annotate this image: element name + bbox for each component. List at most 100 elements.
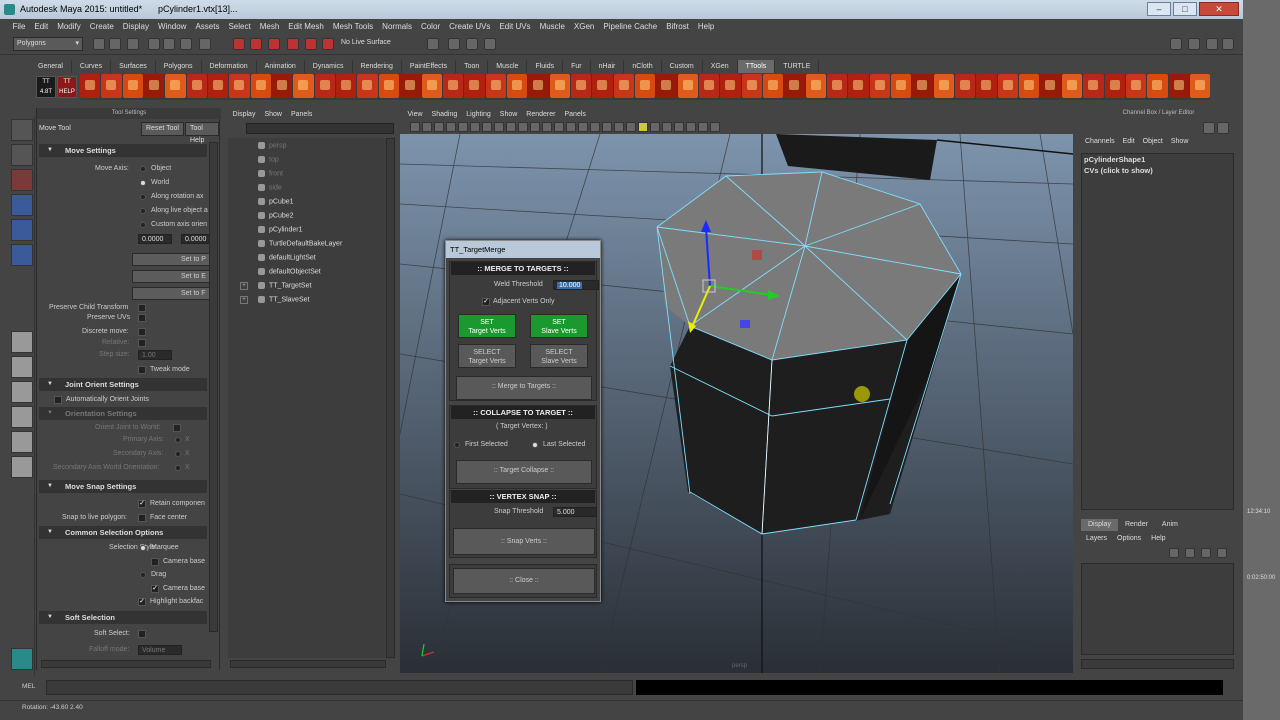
- outliner-item-persp[interactable]: persp: [258, 142, 287, 149]
- snap-threshold-field[interactable]: 5.000: [553, 507, 597, 517]
- select-slave-verts-button[interactable]: SELECT Slave Verts: [530, 344, 588, 368]
- snap-curve-icon[interactable]: [250, 38, 262, 50]
- new-layer-icon[interactable]: [1169, 548, 1179, 558]
- viewport-toolbar-icon[interactable]: [578, 122, 588, 132]
- ttools-shelf-icon[interactable]: [827, 74, 848, 98]
- ttools-shelf-icon[interactable]: [400, 74, 421, 98]
- channel-menu-object[interactable]: Object: [1139, 138, 1167, 145]
- tt-help-badge[interactable]: TT HELP: [57, 76, 77, 98]
- ttools-shelf-icon[interactable]: [784, 74, 805, 98]
- outliner-item-pcylinder1[interactable]: pCylinder1: [258, 226, 302, 233]
- target-collapse-button[interactable]: :: Target Collapse ::: [456, 460, 592, 484]
- viewport-menu-panels[interactable]: Panels: [560, 108, 590, 121]
- viewport-toolbar-icon[interactable]: [626, 122, 636, 132]
- persp-hypershade-layout-icon[interactable]: [11, 431, 33, 453]
- merge-to-targets-button[interactable]: :: Merge to Targets ::: [456, 376, 592, 400]
- soft-selection-frame[interactable]: Soft Selection: [39, 611, 207, 624]
- ttools-shelf-icon[interactable]: [592, 74, 613, 98]
- layer-menu-options[interactable]: Options: [1112, 533, 1146, 545]
- move-settings-frame[interactable]: Move Settings: [39, 144, 207, 157]
- secondary-axis-x-radio[interactable]: [175, 451, 181, 457]
- viewport-toolbar-icon[interactable]: [422, 122, 432, 132]
- shelf-tab-muscle[interactable]: Muscle: [488, 60, 528, 73]
- first-selected-radio[interactable]: [454, 442, 460, 448]
- shelf-tab-turtle[interactable]: TURTLE: [775, 60, 820, 73]
- shelf-tab-animation[interactable]: Animation: [257, 60, 305, 73]
- ttools-shelf-icon[interactable]: [741, 74, 762, 98]
- ttools-shelf-icon[interactable]: [272, 74, 293, 98]
- outliner-item-bake-layer[interactable]: TurtleDefaultBakeLayer: [258, 240, 342, 247]
- mask-icon[interactable]: [199, 38, 211, 50]
- move-snap-frame[interactable]: Move Snap Settings: [39, 480, 207, 493]
- snap-grid-icon[interactable]: [233, 38, 245, 50]
- shelf-tab-nhair[interactable]: nHair: [591, 60, 625, 73]
- toggle-tool-settings-icon[interactable]: [1188, 38, 1200, 50]
- set-to-point-button[interactable]: Set to P: [132, 253, 210, 266]
- move-tool-icon[interactable]: [11, 194, 33, 216]
- live-surface-icon[interactable]: [322, 38, 334, 50]
- face-center-checkbox[interactable]: [138, 514, 146, 522]
- select-hierarchy-icon[interactable]: [148, 38, 160, 50]
- ttools-shelf-icon[interactable]: [1147, 74, 1168, 98]
- menu-xgen[interactable]: XGen: [569, 19, 598, 34]
- ttools-shelf-icon[interactable]: [1083, 74, 1104, 98]
- ttools-shelf-icon[interactable]: [528, 74, 549, 98]
- menu-mesh[interactable]: Mesh: [255, 19, 284, 34]
- menu-bifrost[interactable]: Bifrost: [662, 19, 694, 34]
- tt-version-badge[interactable]: TT 4.8T: [36, 76, 56, 98]
- ipr-render-icon[interactable]: [466, 38, 478, 50]
- shelf-tab-fur[interactable]: Fur: [563, 60, 591, 73]
- layer-hscroll[interactable]: [1081, 659, 1234, 669]
- lasso-tool-icon[interactable]: [11, 144, 33, 166]
- axis-custom-radio[interactable]: [140, 222, 146, 228]
- reset-tool-button[interactable]: Reset Tool: [141, 122, 184, 136]
- command-input[interactable]: [46, 680, 633, 695]
- menu-color[interactable]: Color: [416, 19, 444, 34]
- falloff-mode-dropdown[interactable]: Volume: [138, 645, 182, 655]
- minimize-button[interactable]: –: [1147, 2, 1171, 16]
- persp-outliner-layout-icon[interactable]: [11, 381, 33, 403]
- shelf-tab-ncloth[interactable]: nCloth: [624, 60, 662, 73]
- menu-window[interactable]: Window: [154, 19, 191, 34]
- ttools-shelf-icon[interactable]: [122, 74, 144, 98]
- custom-axis-y-field[interactable]: 0.0000: [181, 234, 211, 244]
- viewport-toolbar-icon[interactable]: [518, 122, 528, 132]
- ttools-shelf-icon[interactable]: [912, 74, 933, 98]
- ttools-shelf-icon[interactable]: [421, 74, 442, 98]
- shelf-tab-rendering[interactable]: Rendering: [353, 60, 402, 73]
- ttools-shelf-icon[interactable]: [570, 74, 592, 98]
- new-scene-icon[interactable]: [93, 38, 105, 50]
- viewport-toolbar-icon[interactable]: [494, 122, 504, 132]
- ttools-shelf-icon[interactable]: [208, 74, 229, 98]
- shelf-tab-ttools[interactable]: TTools: [737, 60, 776, 73]
- layer-move-down-icon[interactable]: [1217, 548, 1227, 558]
- tweak-mode-checkbox[interactable]: [138, 366, 146, 374]
- ttools-shelf-icon[interactable]: [314, 74, 336, 98]
- viewport-toolbar-icon[interactable]: [614, 122, 624, 132]
- set-to-edge-button[interactable]: Set to E: [132, 270, 210, 283]
- ttools-shelf-icon[interactable]: [336, 74, 357, 98]
- highlight-backface-checkbox[interactable]: ✓: [138, 598, 146, 606]
- relative-checkbox[interactable]: [138, 339, 146, 347]
- viewport-toolbar-icon[interactable]: [674, 122, 684, 132]
- four-view-layout-icon[interactable]: [11, 356, 33, 378]
- viewport-toolbar-icon[interactable]: [698, 122, 708, 132]
- outliner-item-pcube2[interactable]: pCube2: [258, 212, 294, 219]
- outliner-menu-display[interactable]: Display: [228, 109, 260, 121]
- discrete-move-checkbox[interactable]: [138, 328, 146, 336]
- channel-menu-show[interactable]: Show: [1167, 138, 1193, 145]
- viewport-toolbar-icon[interactable]: [566, 122, 576, 132]
- ttools-shelf-icon[interactable]: [293, 74, 314, 98]
- viewport-toolbar-icon[interactable]: [650, 122, 660, 132]
- ttools-shelf-icon[interactable]: [101, 74, 122, 98]
- menu-create[interactable]: Create: [85, 19, 118, 34]
- outliner-item-tt-targetset[interactable]: TT_TargetSet: [258, 282, 311, 289]
- layer-menu-layers[interactable]: Layers: [1081, 533, 1112, 545]
- marquee-radio[interactable]: [140, 545, 146, 551]
- layer-move-up-icon[interactable]: [1201, 548, 1211, 558]
- toggle-attribute-editor-icon[interactable]: [1170, 38, 1182, 50]
- open-scene-icon[interactable]: [109, 38, 121, 50]
- channel-menu-channels[interactable]: Channels: [1081, 138, 1119, 145]
- viewport-toolbar-icon[interactable]: [458, 122, 468, 132]
- ttools-shelf-icon[interactable]: [634, 74, 656, 98]
